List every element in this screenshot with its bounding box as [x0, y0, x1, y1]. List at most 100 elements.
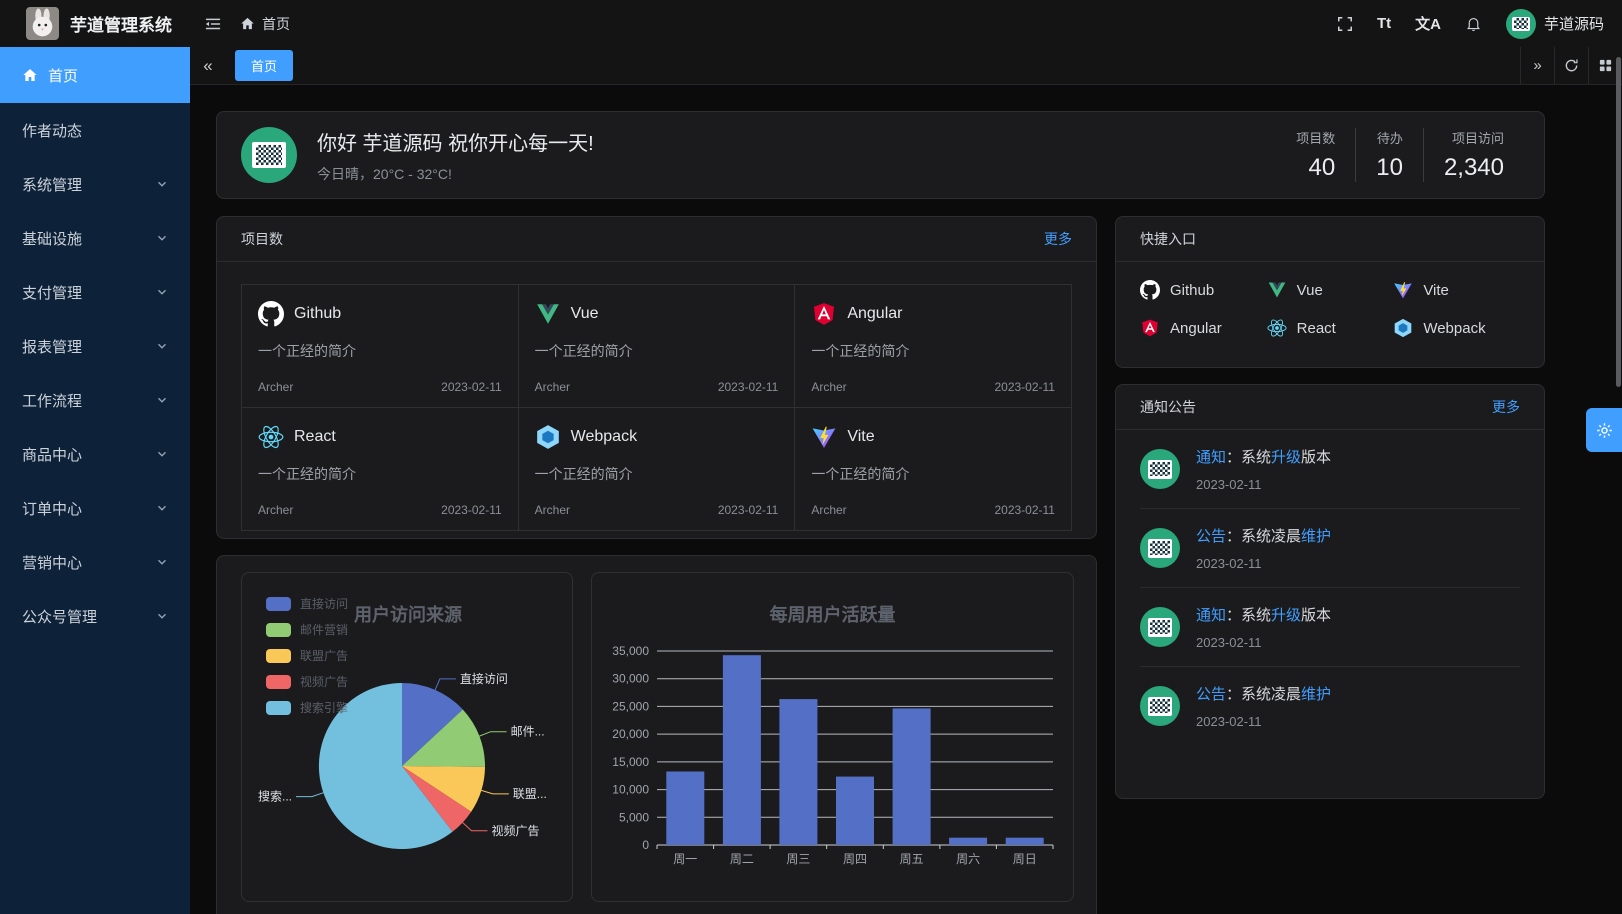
- sidebar-item[interactable]: 报表管理: [0, 319, 190, 373]
- project-card[interactable]: Webpack 一个正经的简介 Archer 2023-02-11: [519, 408, 795, 530]
- bar: [779, 699, 817, 845]
- locale-icon[interactable]: 文A: [1415, 13, 1441, 34]
- notice-segment[interactable]: 公告: [1196, 528, 1226, 545]
- project-description: 一个正经的简介: [535, 464, 779, 484]
- project-card[interactable]: Angular 一个正经的简介 Archer 2023-02-11: [795, 285, 1071, 407]
- notice-segment[interactable]: 维护: [1301, 686, 1331, 703]
- pie-legend: 直接访问 邮件营销 联盟广告: [266, 595, 348, 716]
- charts-card: 直接访问 邮件营销 联盟广告: [216, 555, 1097, 914]
- notice-date: 2023-02-11: [1196, 477, 1331, 492]
- notice-title: 公告：系统凌晨维护: [1196, 683, 1331, 704]
- notice-segment[interactable]: 通知: [1196, 449, 1226, 466]
- project-card[interactable]: Github 一个正经的简介 Archer 2023-02-11: [242, 285, 518, 407]
- shortcut-item[interactable]: React: [1267, 318, 1394, 338]
- bell-icon[interactable]: [1465, 15, 1482, 32]
- tabs-scroll-right-icon[interactable]: »: [1520, 47, 1554, 84]
- shortcut-item[interactable]: Vite: [1393, 280, 1520, 300]
- notice-segment[interactable]: 维护: [1301, 528, 1331, 545]
- vue-icon: [1267, 280, 1287, 300]
- legend-label: 直接访问: [300, 595, 348, 612]
- legend-item[interactable]: 搜索引擎: [266, 699, 348, 716]
- legend-item[interactable]: 邮件营销: [266, 621, 348, 638]
- notice-segment[interactable]: 升级: [1271, 449, 1301, 466]
- fullscreen-icon[interactable]: [1337, 16, 1353, 32]
- project-description: 一个正经的简介: [811, 464, 1055, 484]
- sidebar-item[interactable]: 基础设施: [0, 211, 190, 265]
- shortcut-label: Angular: [1170, 320, 1222, 337]
- project-card[interactable]: Vue 一个正经的简介 Archer 2023-02-11: [519, 285, 795, 407]
- react-icon: [258, 424, 284, 450]
- tabs-scroll-left-icon[interactable]: «: [190, 47, 226, 84]
- x-axis-label: 周二: [730, 852, 754, 866]
- angular-icon: [811, 301, 837, 327]
- main-content: 你好 芋道源码 祝你开心每一天! 今日晴，20°C - 32°C! 项目数 40…: [190, 85, 1622, 914]
- legend-item[interactable]: 视频广告: [266, 673, 348, 690]
- project-author: Archer: [535, 503, 570, 517]
- scrollbar[interactable]: [1616, 57, 1621, 387]
- notice-avatar: [1140, 528, 1180, 568]
- tabbar: « 首页 »: [190, 47, 1622, 85]
- sidebar-item[interactable]: 营销中心: [0, 535, 190, 589]
- legend-label: 视频广告: [300, 673, 348, 690]
- projects-card-title: 项目数: [241, 229, 283, 249]
- sidebar-item[interactable]: 公众号管理: [0, 589, 190, 643]
- sidebar-item[interactable]: 支付管理: [0, 265, 190, 319]
- collapse-sidebar-icon[interactable]: [204, 15, 222, 33]
- chevron-down-icon: [156, 610, 168, 622]
- user-menu[interactable]: 芋道源码: [1506, 9, 1604, 39]
- tab-home[interactable]: 首页: [235, 50, 293, 81]
- shortcut-item[interactable]: Webpack: [1393, 318, 1520, 338]
- shortcut-item[interactable]: Github: [1140, 280, 1267, 300]
- chevron-down-icon: [156, 502, 168, 514]
- legend-label: 搜索引擎: [300, 699, 348, 716]
- notice-segment[interactable]: 公告: [1196, 686, 1226, 703]
- shortcut-label: Webpack: [1423, 320, 1485, 337]
- project-name: Angular: [847, 305, 902, 323]
- sidebar-item[interactable]: 作者动态: [0, 103, 190, 157]
- project-author: Archer: [258, 503, 293, 517]
- breadcrumb[interactable]: 首页: [240, 14, 290, 34]
- notice-item[interactable]: 公告：系统凌晨维护 2023-02-11: [1140, 508, 1520, 587]
- vite-icon: [811, 424, 837, 450]
- app-logo-area[interactable]: 芋道管理系统: [0, 7, 190, 40]
- projects-grid: Github 一个正经的简介 Archer 2023-02-11: [241, 284, 1072, 531]
- project-author: Archer: [535, 380, 570, 394]
- projects-more-link[interactable]: 更多: [1044, 229, 1072, 249]
- pie-label-line: [463, 823, 488, 831]
- refresh-icon[interactable]: [1554, 47, 1588, 84]
- legend-item[interactable]: 直接访问: [266, 595, 348, 612]
- notice-segment[interactable]: 通知: [1196, 607, 1226, 624]
- y-axis-label: 20,000: [612, 727, 649, 741]
- sidebar-item[interactable]: 商品中心: [0, 427, 190, 481]
- legend-label: 邮件营销: [300, 621, 348, 638]
- app-title: 芋道管理系统: [70, 11, 172, 36]
- legend-item[interactable]: 联盟广告: [266, 647, 348, 664]
- notice-segment[interactable]: 升级: [1271, 607, 1301, 624]
- sidebar-item[interactable]: 工作流程: [0, 373, 190, 427]
- home-icon: [22, 67, 38, 83]
- project-name: React: [294, 428, 336, 446]
- notice-item[interactable]: 通知：系统升级版本 2023-02-11: [1140, 587, 1520, 666]
- notices-more-link[interactable]: 更多: [1492, 397, 1520, 417]
- project-date: 2023-02-11: [441, 380, 502, 394]
- chevron-down-icon: [156, 232, 168, 244]
- project-card[interactable]: React 一个正经的简介 Archer 2023-02-11: [242, 408, 518, 530]
- notice-segment: 版本: [1301, 607, 1331, 624]
- stat-value: 40: [1296, 154, 1335, 182]
- notice-item[interactable]: 公告：系统凌晨维护 2023-02-11: [1140, 666, 1520, 745]
- sidebar-item[interactable]: 系统管理: [0, 157, 190, 211]
- notice-title: 通知：系统升级版本: [1196, 604, 1331, 625]
- font-size-icon[interactable]: Tt: [1377, 15, 1391, 32]
- angular-icon: [1140, 318, 1160, 338]
- shortcut-item[interactable]: Angular: [1140, 318, 1267, 338]
- sidebar-item[interactable]: 首页: [0, 47, 190, 103]
- project-card[interactable]: Vite 一个正经的简介 Archer 2023-02-11: [795, 408, 1071, 530]
- breadcrumb-home: 首页: [262, 14, 290, 34]
- legend-swatch: [266, 623, 291, 637]
- notice-item[interactable]: 通知：系统升级版本 2023-02-11: [1140, 430, 1520, 508]
- settings-gear-button[interactable]: [1586, 408, 1622, 452]
- bar: [893, 708, 931, 845]
- sidebar-item[interactable]: 订单中心: [0, 481, 190, 535]
- legend-swatch: [266, 675, 291, 689]
- shortcut-item[interactable]: Vue: [1267, 280, 1394, 300]
